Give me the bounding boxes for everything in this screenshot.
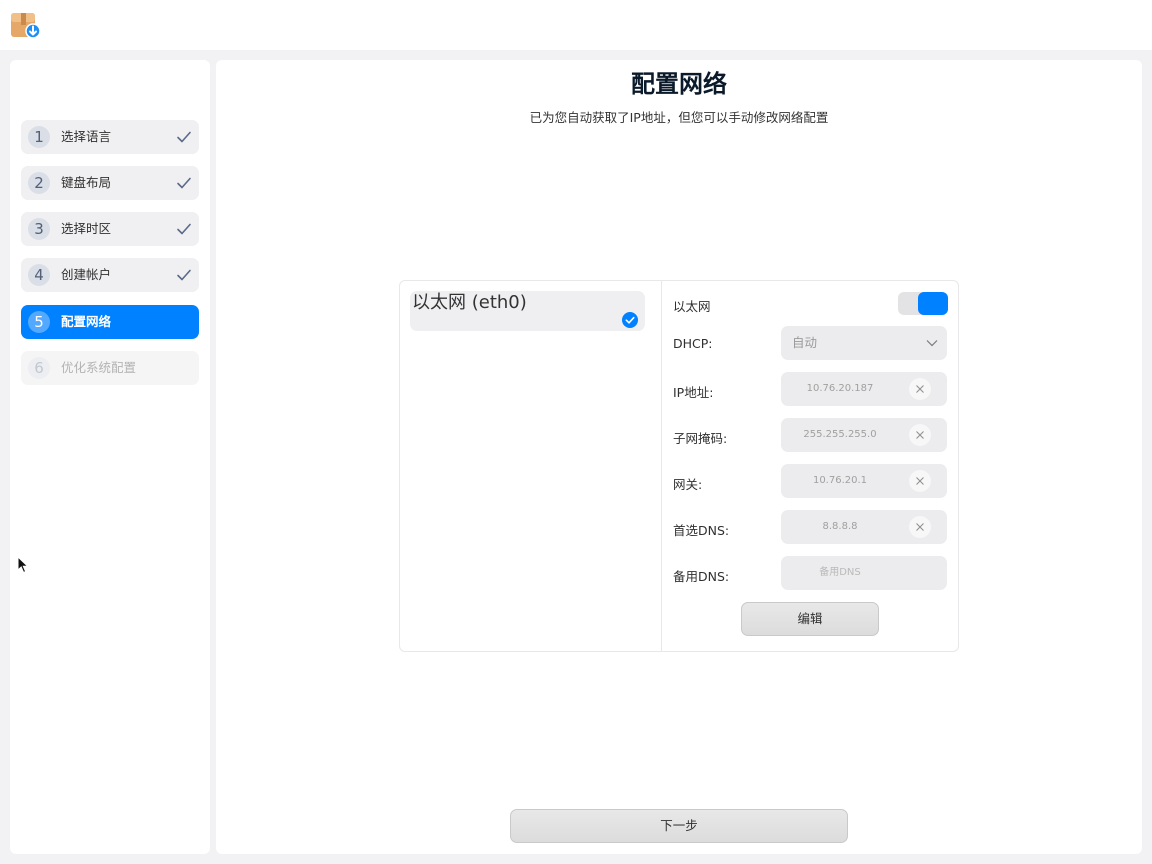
main-content: 配置网络 已为您自动获取了IP地址，但您可以手动修改网络配置 以太网 (eth0… (216, 60, 1142, 854)
step-select-timezone[interactable]: 3 选择时区 (21, 212, 199, 246)
check-icon (177, 177, 191, 189)
step-number: 6 (28, 357, 50, 379)
clear-mask-button[interactable] (909, 424, 931, 446)
dns1-value: 8.8.8.8 (822, 521, 858, 532)
step-number: 3 (28, 218, 50, 240)
dhcp-label: DHCP: (673, 336, 713, 351)
interface-item-eth0[interactable]: 以太网 (eth0) (410, 291, 645, 331)
gateway-input[interactable]: 10.76.20.1 (781, 464, 947, 498)
close-icon (916, 477, 924, 485)
step-configure-network[interactable]: 5 配置网络 (21, 305, 199, 339)
installer-package-icon (11, 13, 41, 39)
close-icon (916, 385, 924, 393)
panel-divider (661, 281, 662, 651)
dns2-placeholder: 备用DNS (819, 567, 861, 578)
step-label: 优化系统配置 (61, 360, 137, 375)
step-number: 1 (28, 126, 50, 148)
step-label: 配置网络 (61, 314, 112, 329)
step-number: 2 (28, 172, 50, 194)
mask-label: 子网掩码: (673, 431, 728, 446)
dns1-input[interactable]: 8.8.8.8 (781, 510, 947, 544)
mask-input[interactable]: 255.255.255.0 (781, 418, 947, 452)
ethernet-label: 以太网 (673, 299, 711, 314)
chevron-down-icon (926, 340, 938, 347)
network-panel: 以太网 (eth0) 以太网 DHCP: 自动 IP地址: 10.76.20.1… (399, 280, 959, 652)
toggle-knob (918, 292, 948, 315)
dns2-input[interactable]: 备用DNS (781, 556, 947, 590)
ip-input[interactable]: 10.76.20.187 (781, 372, 947, 406)
clear-ip-button[interactable] (909, 378, 931, 400)
step-number: 4 (28, 264, 50, 286)
gateway-label: 网关: (673, 477, 703, 492)
edit-button[interactable]: 编辑 (741, 602, 879, 636)
page-title: 配置网络 (631, 70, 727, 98)
mouse-cursor-icon (17, 556, 29, 574)
clear-gateway-button[interactable] (909, 470, 931, 492)
step-label: 键盘布局 (61, 175, 112, 190)
step-optimize-system: 6 优化系统配置 (21, 351, 199, 385)
interface-name: 以太网 (eth0) (412, 292, 527, 313)
mask-value: 255.255.255.0 (803, 429, 877, 440)
step-label: 选择语言 (61, 129, 112, 144)
ip-label: IP地址: (673, 385, 714, 400)
dns1-label: 首选DNS: (673, 523, 730, 538)
check-icon (177, 131, 191, 143)
ip-value: 10.76.20.187 (806, 383, 874, 394)
selected-check-icon (622, 312, 638, 328)
close-icon (916, 431, 924, 439)
check-icon (177, 223, 191, 235)
ethernet-toggle[interactable] (898, 292, 948, 315)
step-select-language[interactable]: 1 选择语言 (21, 120, 199, 154)
page-subtitle: 已为您自动获取了IP地址，但您可以手动修改网络配置 (529, 110, 829, 125)
dhcp-select[interactable]: 自动 (781, 326, 947, 360)
step-number: 5 (28, 311, 50, 333)
next-step-button[interactable]: 下一步 (510, 809, 848, 843)
dhcp-value: 自动 (792, 335, 818, 350)
dns2-label: 备用DNS: (673, 569, 730, 584)
step-label: 选择时区 (61, 221, 112, 236)
step-keyboard-layout[interactable]: 2 键盘布局 (21, 166, 199, 200)
gateway-value: 10.76.20.1 (812, 475, 868, 486)
clear-dns1-button[interactable] (909, 516, 931, 538)
steps-sidebar: 1 选择语言 2 键盘布局 3 选择时区 4 创建帐户 5 配置网络 6 优化系… (10, 60, 210, 854)
check-icon (177, 269, 191, 281)
close-icon (916, 523, 924, 531)
step-label: 创建帐户 (61, 267, 112, 282)
step-create-account[interactable]: 4 创建帐户 (21, 258, 199, 292)
title-bar (0, 0, 1152, 50)
